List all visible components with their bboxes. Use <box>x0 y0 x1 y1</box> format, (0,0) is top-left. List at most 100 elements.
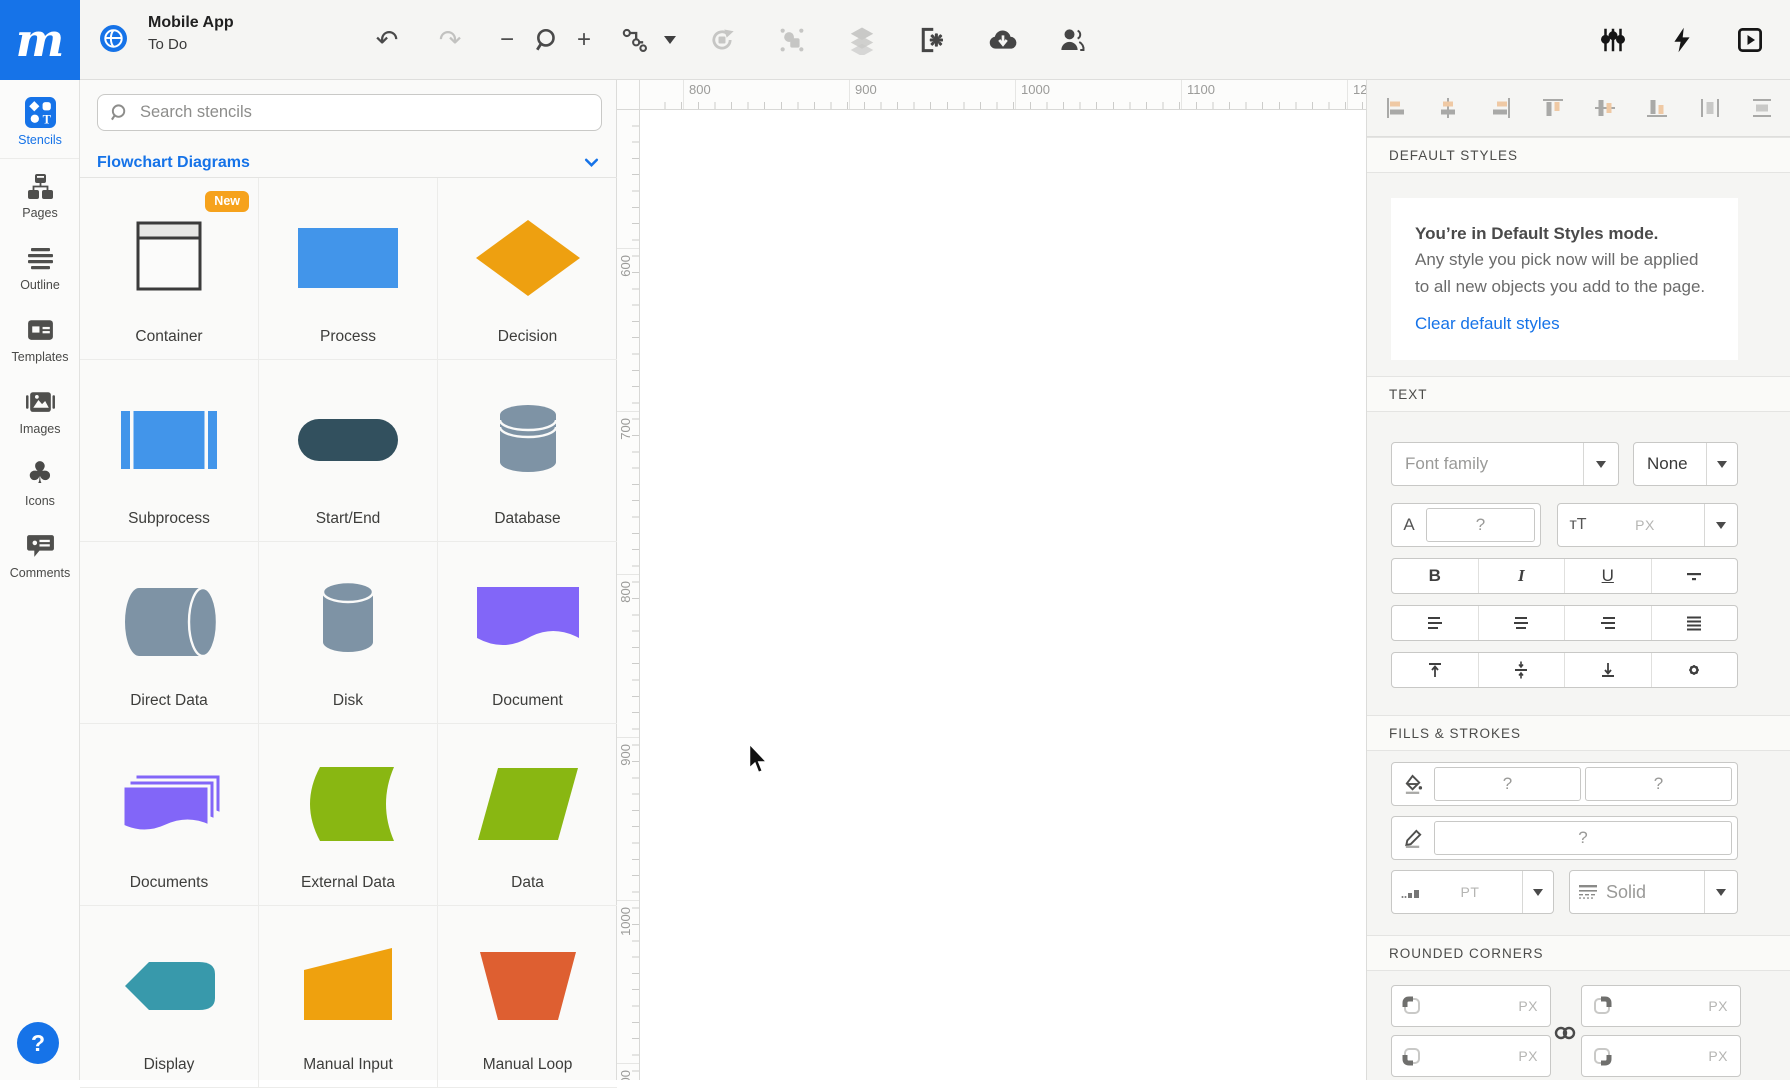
sidebar-item-stencils[interactable]: T Stencils <box>0 86 80 158</box>
layers-button[interactable] <box>840 18 884 62</box>
collaborators-button[interactable] <box>1050 18 1094 62</box>
preview-button[interactable] <box>1728 18 1772 62</box>
strikethrough-button[interactable] <box>1651 559 1738 593</box>
stencil-database[interactable]: Database <box>438 360 617 542</box>
align-text-right-button[interactable] <box>1564 606 1651 640</box>
stencil-category-header[interactable]: Flowchart Diagrams <box>80 148 617 177</box>
sidebar-item-icons[interactable]: ♣ Icons <box>0 447 80 519</box>
stencil-decision[interactable]: Decision <box>438 178 617 360</box>
corner-radius-bottom-left-input[interactable]: PX <box>1391 1035 1551 1077</box>
stencil-disk[interactable]: Disk <box>259 542 438 724</box>
connector-tool-button[interactable] <box>613 18 657 62</box>
align-right-button[interactable] <box>1486 93 1516 123</box>
corner-radius-bottom-right-input[interactable]: PX <box>1581 1035 1741 1077</box>
sidebar-item-images[interactable]: Images <box>0 375 80 447</box>
sidebar-item-label: Icons <box>25 494 55 508</box>
group-button[interactable] <box>770 18 814 62</box>
sidebar-item-templates[interactable]: Templates <box>0 303 80 375</box>
canvas[interactable]: 800 900 1000 1100 1200 600 700 800 900 1… <box>617 80 1366 1080</box>
align-text-left-button[interactable] <box>1392 606 1478 640</box>
stencil-manual-input[interactable]: Manual Input <box>259 906 438 1088</box>
start-end-shape <box>288 390 408 490</box>
vertical-align-bottom-button[interactable] <box>1564 653 1651 687</box>
ruler-label: 600 <box>618 255 633 277</box>
distribute-vertical-button[interactable] <box>1747 93 1777 123</box>
sidebar-item-comments[interactable]: Comments <box>0 519 80 591</box>
bold-button[interactable]: B <box>1392 559 1478 593</box>
zoom-in-button[interactable]: + <box>566 18 602 62</box>
vertical-align-top-button[interactable] <box>1392 653 1478 687</box>
vertical-align-middle-button[interactable] <box>1478 653 1565 687</box>
sidebar-item-label: Stencils <box>18 133 62 147</box>
rotate-button[interactable] <box>700 18 744 62</box>
zoom-tool-button[interactable] <box>525 18 569 62</box>
stencil-direct-data[interactable]: Direct Data <box>80 542 259 724</box>
app-logo[interactable]: m <box>0 0 80 80</box>
stencil-container[interactable]: New Container <box>80 178 259 360</box>
font-family-select[interactable]: Font family <box>1391 442 1619 486</box>
stencil-manual-loop[interactable]: Manual Loop <box>438 906 617 1088</box>
align-center-horizontal-button[interactable] <box>1433 93 1463 123</box>
notice-line: to all new objects you add to the page. <box>1415 274 1714 300</box>
stencil-process[interactable]: Process <box>259 178 438 360</box>
align-bottom-button[interactable] <box>1642 93 1672 123</box>
download-button[interactable] <box>981 18 1025 62</box>
stencil-search-input[interactable] <box>138 102 589 123</box>
project-visibility-globe-icon[interactable] <box>100 25 127 52</box>
stencil-document[interactable]: Document <box>438 542 617 724</box>
distribute-horizontal-button[interactable] <box>1695 93 1725 123</box>
default-styles-section-header[interactable]: DEFAULT STYLES <box>1367 137 1790 173</box>
underline-button[interactable]: U <box>1564 559 1651 593</box>
font-color-value[interactable]: ? <box>1426 508 1535 542</box>
align-left-button[interactable] <box>1381 93 1411 123</box>
connector-options-dropdown[interactable] <box>655 18 685 62</box>
fills-strokes-section-header[interactable]: FILLS & STROKES <box>1367 715 1790 751</box>
stencil-display[interactable]: Display <box>80 906 259 1088</box>
clear-default-styles-link[interactable]: Clear default styles <box>1415 311 1560 337</box>
corner-radius-top-left-input[interactable]: PX <box>1391 985 1551 1027</box>
stencil-data[interactable]: Data <box>438 724 617 906</box>
redo-button[interactable]: ↷ <box>428 18 472 62</box>
stroke-style-select[interactable]: Solid <box>1569 870 1738 914</box>
club-icon: ♣ <box>27 459 54 489</box>
stroke-width-control[interactable]: PT <box>1391 870 1554 914</box>
stencil-documents[interactable]: Documents <box>80 724 259 906</box>
link-corners-toggle[interactable] <box>1553 1024 1577 1042</box>
export-page-button[interactable] <box>910 18 954 62</box>
stencil-label: Manual Input <box>259 1056 437 1074</box>
stencil-start-end[interactable]: Start/End <box>259 360 438 542</box>
justify-text-button[interactable] <box>1651 606 1738 640</box>
notice-line: Any style you pick now will be applied <box>1415 247 1714 273</box>
text-settings-button[interactable] <box>1651 653 1738 687</box>
paint-bucket-icon[interactable] <box>1392 763 1434 805</box>
preferences-button[interactable] <box>1591 18 1635 62</box>
font-size-control[interactable]: тT PX <box>1557 503 1738 547</box>
align-middle-vertical-button[interactable] <box>1590 93 1620 123</box>
corner-bottom-right-icon <box>1592 1046 1612 1066</box>
stencil-search[interactable] <box>97 94 602 131</box>
stroke-color-value[interactable]: ? <box>1434 821 1732 855</box>
undo-button[interactable]: ↶ <box>365 18 409 62</box>
fill-color-value[interactable]: ? <box>1434 767 1581 801</box>
stencil-subprocess[interactable]: Subprocess <box>80 360 259 542</box>
help-button[interactable]: ? <box>17 1022 59 1064</box>
font-color-control[interactable]: A ? <box>1391 503 1541 547</box>
stencil-external-data[interactable]: External Data <box>259 724 438 906</box>
document-title-block[interactable]: Mobile App To Do <box>148 11 234 56</box>
fill-opacity-value[interactable]: ? <box>1585 767 1732 801</box>
text-section-header[interactable]: TEXT <box>1367 376 1790 412</box>
align-text-center-button[interactable] <box>1478 606 1565 640</box>
text-style-select[interactable]: None <box>1633 442 1738 486</box>
italic-button[interactable]: I <box>1478 559 1565 593</box>
quick-actions-button[interactable] <box>1660 18 1704 62</box>
external-data-shape <box>288 754 408 854</box>
corner-radius-top-right-input[interactable]: PX <box>1581 985 1741 1027</box>
sidebar-item-pages[interactable]: Pages <box>0 159 80 231</box>
zoom-out-button[interactable]: − <box>489 18 525 62</box>
pencil-icon[interactable] <box>1392 817 1434 859</box>
project-title: Mobile App <box>148 11 234 34</box>
sidebar-item-outline[interactable]: Outline <box>0 231 80 303</box>
chevron-down-icon <box>1716 889 1726 896</box>
rounded-corners-section-header[interactable]: ROUNDED CORNERS <box>1367 935 1790 971</box>
align-top-button[interactable] <box>1538 93 1568 123</box>
